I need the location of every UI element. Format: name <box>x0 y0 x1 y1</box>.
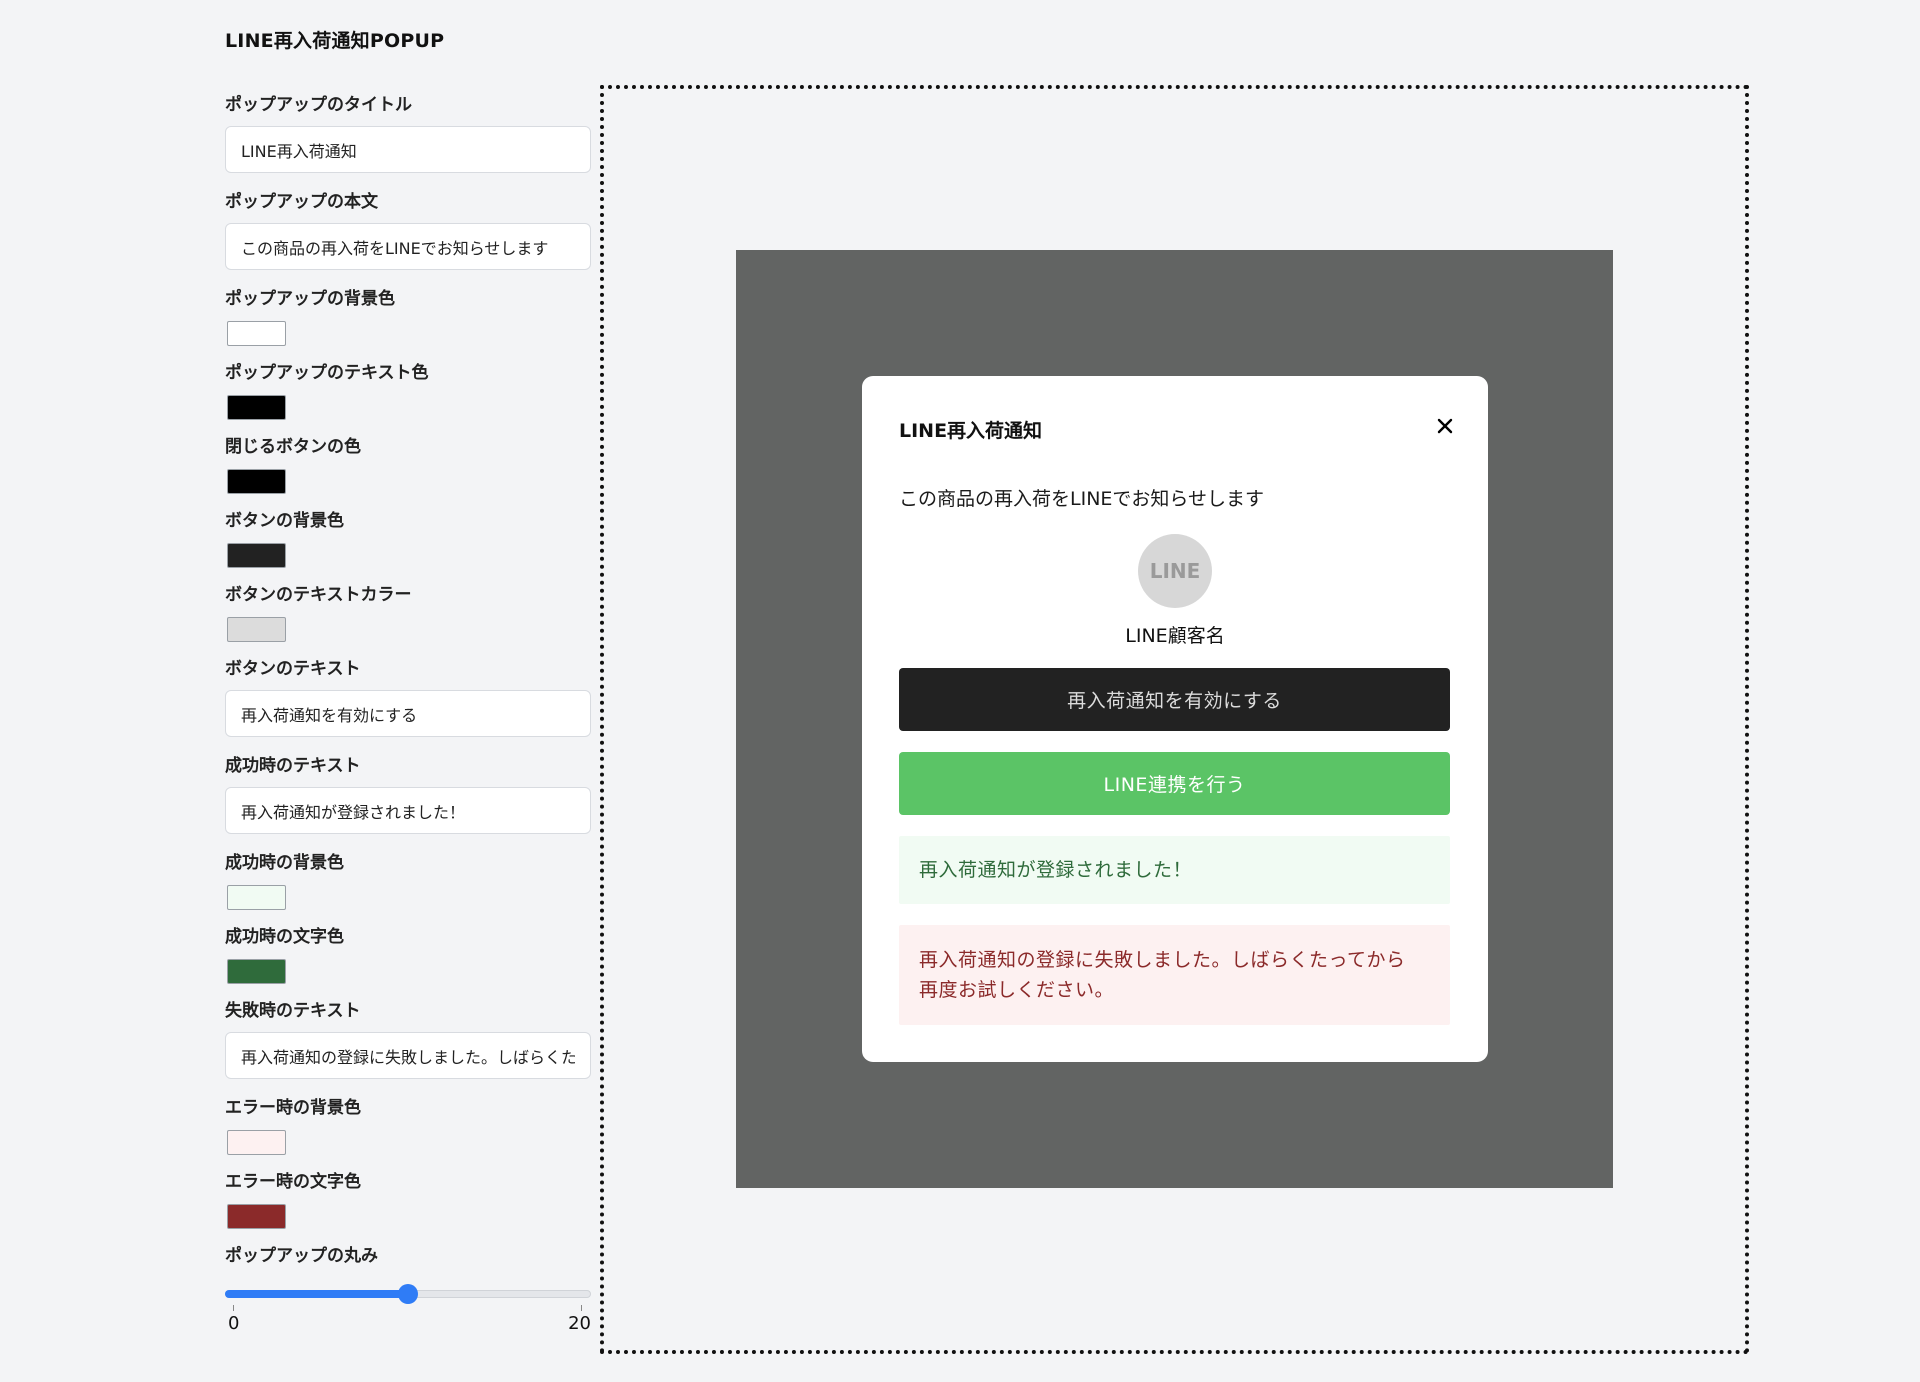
enable-notification-button[interactable]: 再入荷通知を有効にする <box>899 668 1450 731</box>
close-button-color-picker[interactable] <box>227 469 286 494</box>
slider-thumb[interactable] <box>398 1284 418 1304</box>
success-text-field: 成功時のテキスト <box>225 755 591 852</box>
popup-body-text: この商品の再入荷をLINEでお知らせします <box>899 488 1265 510</box>
popup-title-input[interactable] <box>225 126 591 173</box>
button-bg-color-label: ボタンの背景色 <box>225 511 344 531</box>
button-text-input[interactable] <box>225 690 591 737</box>
popup-radius-label: ポップアップの丸み <box>225 1246 378 1266</box>
success-text-label: 成功時のテキスト <box>225 756 361 776</box>
avatar: LINE <box>1138 534 1212 608</box>
error-text-field: 失敗時のテキスト <box>225 1000 591 1097</box>
slider-tick-min <box>233 1305 234 1311</box>
popup-title: LINE再入荷通知 <box>899 420 1043 442</box>
error-message-line-1: 再入荷通知の登録に失敗しました。しばらくたってから <box>919 949 1406 971</box>
popup-text-color-picker[interactable] <box>227 395 286 420</box>
popup-overlay[interactable]: LINE再入荷通知 この商品の再入荷をLINEでお知らせします LINE LIN… <box>736 250 1613 1188</box>
popup-radius-slider[interactable]: 0 20 <box>225 1275 591 1335</box>
popup-bg-color-label: ポップアップの背景色 <box>225 289 395 309</box>
slider-min-label: 0 <box>228 1313 240 1334</box>
slider-max-label: 20 <box>568 1313 591 1334</box>
button-bg-color-picker[interactable] <box>227 543 286 568</box>
success-text-color-field: 成功時の文字色 <box>225 926 591 1000</box>
success-bg-color-field: 成功時の背景色 <box>225 852 591 926</box>
popup-dialog: LINE再入荷通知 この商品の再入荷をLINEでお知らせします LINE LIN… <box>862 376 1488 1062</box>
customer-name: LINE顧客名 <box>1125 625 1225 647</box>
error-text-color-picker[interactable] <box>227 1204 286 1229</box>
popup-body-input[interactable] <box>225 223 591 270</box>
error-text-label: 失敗時のテキスト <box>225 1001 361 1021</box>
slider-fill <box>225 1290 408 1298</box>
success-text-color-picker[interactable] <box>227 959 286 984</box>
error-message-line-2: 再度お試しください。 <box>919 979 1115 1001</box>
popup-radius-field: ポップアップの丸み 0 20 <box>225 1245 591 1335</box>
error-bg-color-field: エラー時の背景色 <box>225 1097 591 1171</box>
button-text-label: ボタンのテキスト <box>225 659 361 679</box>
popup-text-color-field: ポップアップのテキスト色 <box>225 362 591 436</box>
button-text-color-label: ボタンのテキストカラー <box>225 585 412 605</box>
button-text-field: ボタンのテキスト <box>225 658 591 755</box>
button-bg-color-field: ボタンの背景色 <box>225 510 591 584</box>
success-bg-color-picker[interactable] <box>227 885 286 910</box>
popup-text-color-label: ポップアップのテキスト色 <box>225 363 429 383</box>
success-text-input[interactable] <box>225 787 591 834</box>
line-connect-button[interactable]: LINE連携を行う <box>899 752 1450 815</box>
popup-body-label: ポップアップの本文 <box>225 192 378 212</box>
error-text-input[interactable] <box>225 1032 591 1079</box>
success-bg-color-label: 成功時の背景色 <box>225 853 344 873</box>
error-text-color-label: エラー時の文字色 <box>225 1172 361 1192</box>
error-message: 再入荷通知の登録に失敗しました。しばらくたってから 再度お試しください。 <box>899 925 1450 1025</box>
page-title: LINE再入荷通知POPUP <box>225 30 445 52</box>
success-text-color-label: 成功時の文字色 <box>225 927 344 947</box>
button-text-color-picker[interactable] <box>227 617 286 642</box>
popup-bg-color-picker[interactable] <box>227 321 286 346</box>
popup-body-field: ポップアップの本文 <box>225 191 591 288</box>
close-button-color-field: 閉じるボタンの色 <box>225 436 591 510</box>
success-message: 再入荷通知が登録されました！ <box>899 836 1450 904</box>
error-text-color-field: エラー時の文字色 <box>225 1171 591 1245</box>
popup-bg-color-field: ポップアップの背景色 <box>225 288 591 362</box>
close-button-color-label: 閉じるボタンの色 <box>225 437 361 457</box>
settings-panel: ポップアップのタイトル ポップアップの本文 ポップアップの背景色 ポップアップの… <box>225 94 591 1335</box>
error-bg-color-label: エラー時の背景色 <box>225 1098 361 1118</box>
close-button[interactable] <box>1432 413 1458 439</box>
slider-tick-max <box>581 1305 582 1311</box>
close-icon <box>1437 418 1453 434</box>
button-text-color-field: ボタンのテキストカラー <box>225 584 591 658</box>
error-bg-color-picker[interactable] <box>227 1130 286 1155</box>
popup-title-label: ポップアップのタイトル <box>225 95 412 115</box>
popup-title-field: ポップアップのタイトル <box>225 94 591 191</box>
